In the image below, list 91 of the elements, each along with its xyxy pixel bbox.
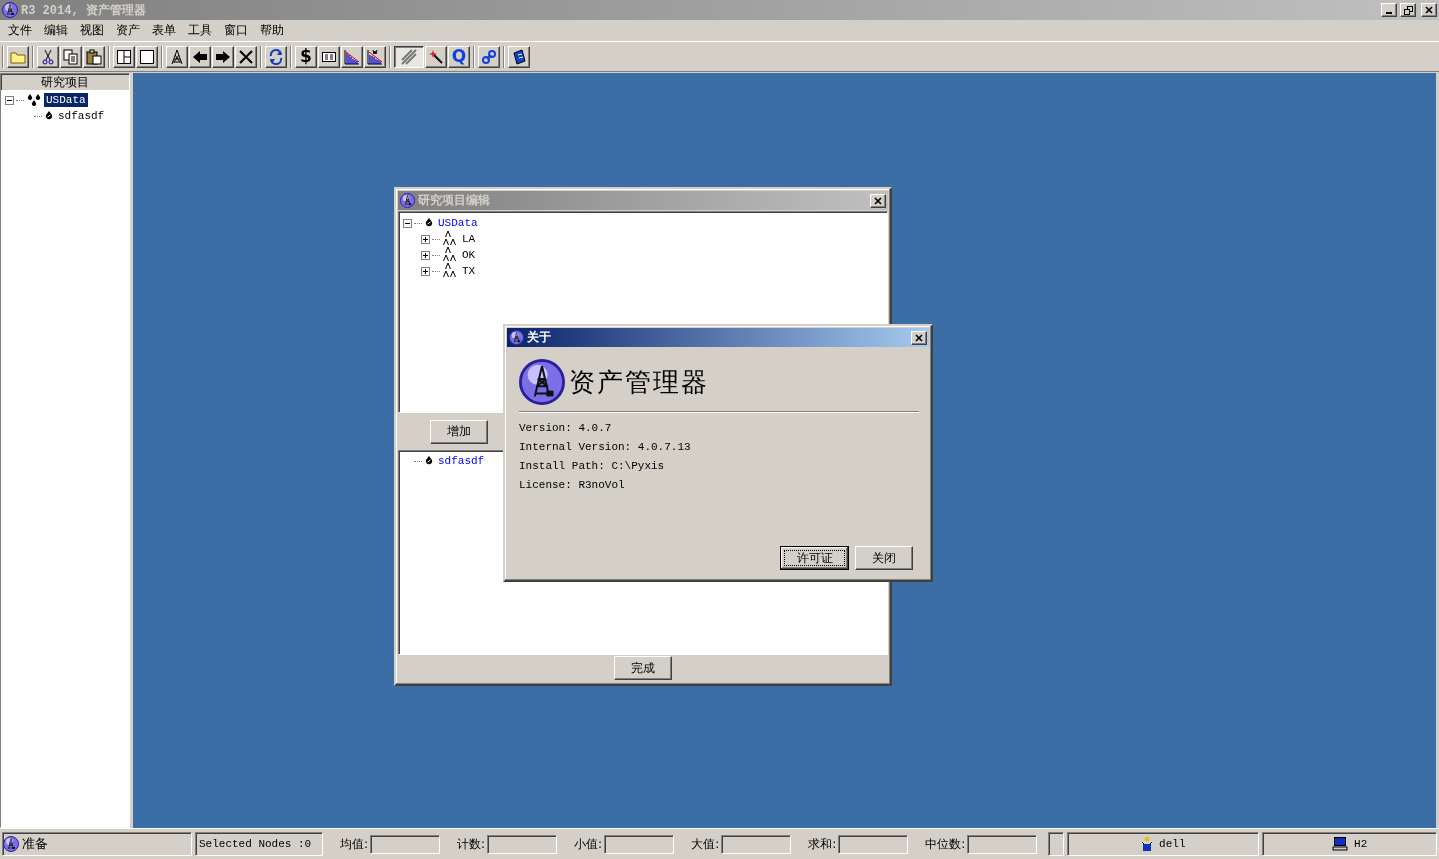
computer-icon (1332, 837, 1349, 851)
stat-field (838, 834, 909, 854)
info-line: Version: 4.0.7 (519, 421, 613, 436)
derricks-icon (442, 247, 458, 263)
stat-label: 中位数: (925, 835, 966, 853)
stat-label: 求和: (808, 835, 837, 853)
derricks-icon (442, 231, 458, 247)
drop-icon (424, 455, 434, 467)
copy-icon (63, 48, 79, 65)
book-icon (511, 48, 527, 65)
wand-icon (428, 48, 444, 65)
bar-chart-icon (344, 48, 360, 65)
info-line: Internal Version: 4.0.7.13 (519, 440, 692, 455)
info-line: Install Path: C:\Pyxis (519, 459, 666, 474)
toolbar-button[interactable]: $ (295, 45, 317, 68)
app-logo-icon (519, 359, 565, 405)
status-panel (1048, 832, 1065, 856)
link-icon (481, 48, 497, 65)
panel-header: 研究项目 (40, 74, 90, 90)
scissors-icon (40, 48, 56, 65)
window-title: R3 2014, 资产管理器 (21, 2, 147, 19)
menu-item[interactable]: 视图 (74, 22, 110, 39)
dialog-title: 关于 (527, 329, 552, 346)
expand-toggle[interactable] (421, 250, 430, 260)
tree-item[interactable]: sdfasdf (56, 109, 107, 123)
square-icon (139, 48, 155, 65)
stat-label: 大值: (691, 835, 720, 853)
close-button[interactable] (1421, 3, 1437, 17)
stat-field (967, 834, 1038, 854)
selection-count: Selected Nodes :0 (195, 832, 323, 856)
tree-item[interactable]: USData (436, 216, 480, 230)
hatched-icon (401, 48, 417, 65)
expand-toggle[interactable] (421, 266, 430, 276)
status-message: 准备 (22, 835, 48, 853)
cross-icon (238, 48, 254, 65)
tree-item[interactable]: sdfasdf (436, 454, 487, 468)
user-name: dell (1159, 838, 1186, 850)
stat-field (604, 834, 675, 854)
done-button[interactable]: 完成 (614, 656, 672, 680)
toolbar-button[interactable]: Q (448, 45, 470, 68)
restore-button[interactable] (1400, 3, 1416, 17)
dialog-title: 研究项目编辑 (418, 192, 491, 209)
add-button[interactable]: 增加 (430, 419, 488, 444)
right-arrow-icon (215, 48, 231, 65)
minimize-button[interactable] (1381, 3, 1397, 17)
host-name: H2 (1354, 838, 1368, 850)
derrick-icon (169, 48, 185, 65)
collapse-toggle[interactable] (403, 218, 412, 228)
dialog-button[interactable]: 许可证 (780, 546, 849, 570)
menu-item[interactable]: 编辑 (38, 22, 74, 39)
menu-item[interactable]: 文件 (2, 22, 38, 39)
close-button[interactable] (911, 330, 927, 345)
stat-field (721, 834, 792, 854)
drop-icon (424, 217, 434, 229)
app-logo-icon (400, 193, 415, 208)
drop-icon (44, 110, 54, 122)
stat-field (370, 834, 441, 854)
tree-item[interactable]: USData (44, 93, 88, 107)
app-logo-icon (3, 836, 19, 852)
close-icon (1425, 6, 1433, 14)
split-pane-icon (116, 48, 132, 65)
restore-icon (1403, 5, 1413, 15)
tree-item[interactable]: OK (460, 248, 478, 262)
collapse-toggle[interactable] (5, 95, 14, 105)
close-icon (915, 333, 923, 342)
stat-label: 均值: (340, 835, 369, 853)
toolbar-button[interactable] (394, 45, 424, 68)
menu-item[interactable]: 帮助 (254, 22, 290, 39)
user-icon (1141, 836, 1154, 852)
node-pair-icon (26, 93, 42, 107)
app-logo-icon (509, 330, 524, 345)
menu-item[interactable]: 资产 (110, 22, 146, 39)
menu-item[interactable]: 工具 (182, 22, 218, 39)
clipboard-icon (86, 48, 102, 65)
menu-item[interactable]: 窗口 (218, 22, 254, 39)
bar-chart-icon (367, 48, 383, 65)
stat-field (487, 834, 558, 854)
expand-toggle[interactable] (421, 234, 430, 244)
app-logo-icon (2, 2, 18, 18)
refresh-icon (268, 48, 284, 65)
stat-label: 计数: (457, 835, 486, 853)
stat-label: 小值: (574, 835, 603, 853)
dialog-button[interactable]: 关闭 (855, 546, 913, 570)
close-icon (874, 196, 882, 205)
tree-item[interactable]: LA (460, 232, 478, 246)
product-name: 资产管理器 (569, 365, 709, 399)
derricks-icon (442, 263, 458, 279)
menu-item[interactable]: 表单 (146, 22, 182, 39)
info-line: License: R3noVol (519, 478, 626, 493)
tree-item[interactable]: TX (460, 264, 478, 278)
left-arrow-icon (192, 48, 208, 65)
